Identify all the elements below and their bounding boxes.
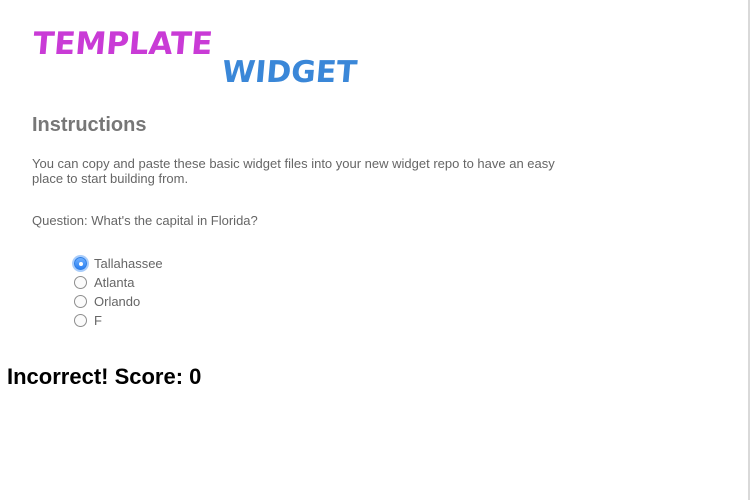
answer-option-orlando[interactable]: Orlando [74,292,163,311]
radio-button-atlanta[interactable] [74,276,87,289]
logo-template-word: TEMPLATE [31,26,215,62]
answer-label-atlanta: Atlanta [94,275,135,290]
answer-label-f: F [94,313,102,328]
answer-label-tallahassee: Tallahassee [94,256,163,271]
instructions-text: You can copy and paste these basic widge… [32,156,555,186]
answer-option-f[interactable]: F [74,311,163,330]
logo-widget-word: WIDGET [220,55,359,90]
instructions-heading: Instructions [32,114,147,136]
answer-option-tallahassee[interactable]: Tallahassee [74,254,163,273]
result-message: Incorrect! Score: 0 [7,364,202,389]
radio-button-tallahassee[interactable] [74,257,87,270]
radio-button-orlando[interactable] [74,295,87,308]
answer-options: Tallahassee Atlanta Orlando F [74,254,163,330]
answer-label-orlando: Orlando [94,294,141,309]
quiz-question: Question: What's the capital in Florida? [32,213,258,228]
widget-page: TEMPLATE WIDGET Instructions You can cop… [0,0,750,500]
radio-button-f[interactable] [74,314,87,327]
answer-option-atlanta[interactable]: Atlanta [74,273,163,292]
